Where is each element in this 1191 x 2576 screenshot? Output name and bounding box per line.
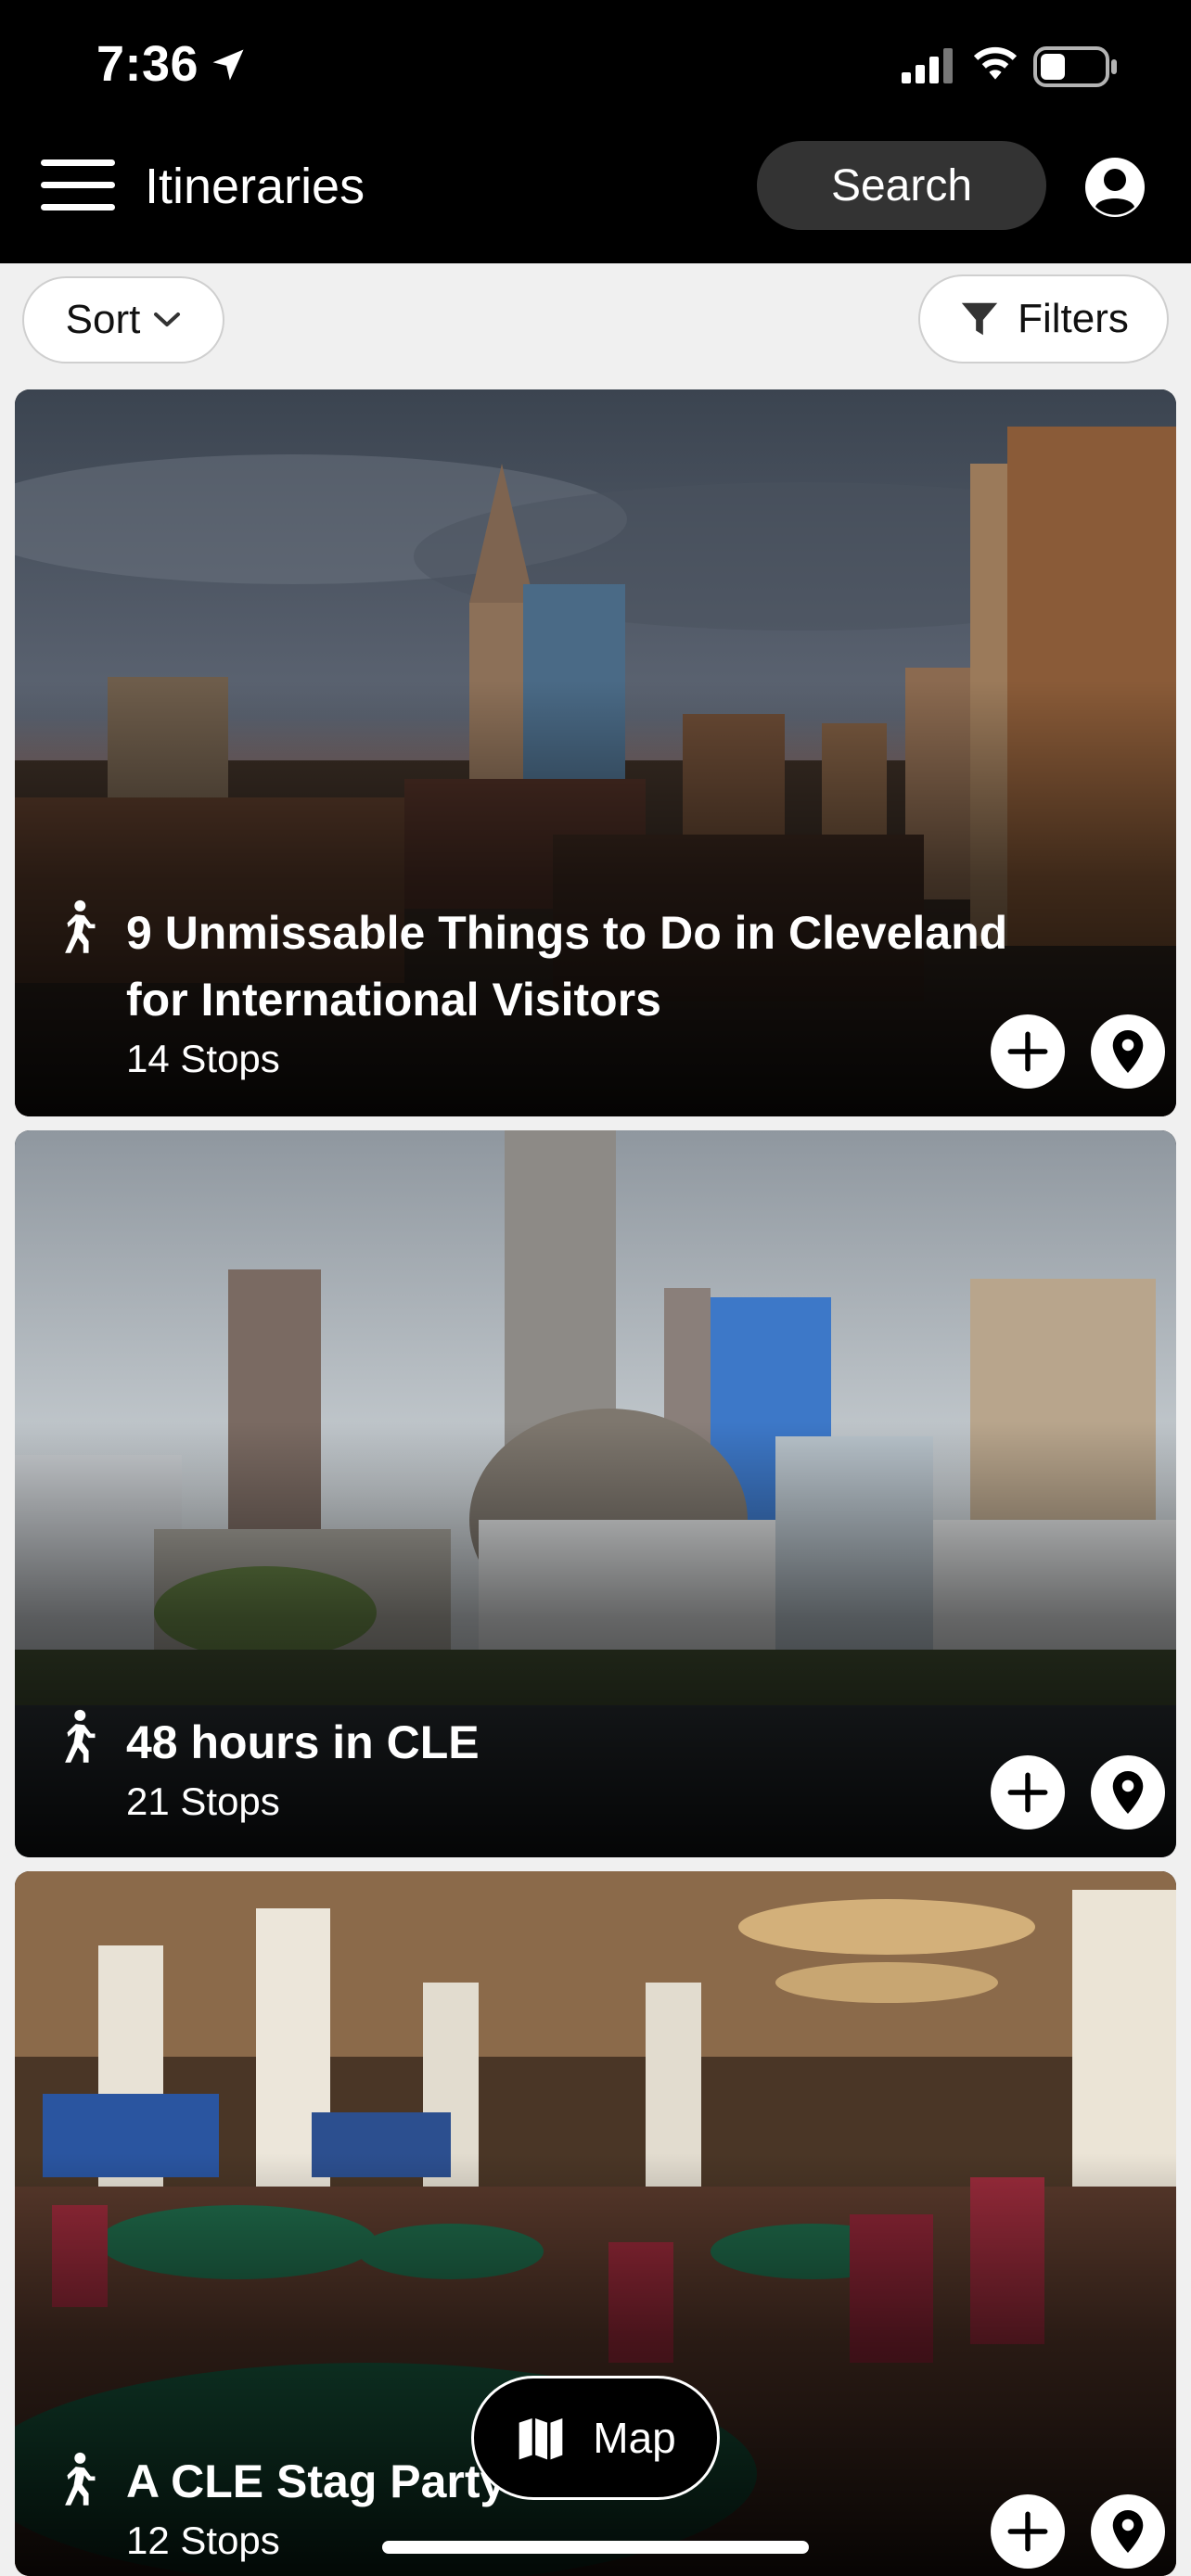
add-button[interactable] (991, 2494, 1065, 2569)
map-pin-icon (1112, 1030, 1144, 1073)
chevron-down-icon (154, 312, 181, 326)
sort-button[interactable]: Sort (22, 276, 224, 363)
map-pin-button[interactable] (1091, 2494, 1165, 2569)
page-title: Itineraries (145, 159, 365, 214)
filters-label: Filters (1018, 296, 1129, 341)
itinerary-card[interactable]: 9 Unmissable Things to Do in Cleveland f… (15, 389, 1176, 1116)
itinerary-card[interactable]: 48 hours in CLE 21 Stops (15, 1130, 1176, 1857)
add-button[interactable] (991, 1014, 1065, 1089)
itinerary-title: 9 Unmissable Things to Do in Cleveland f… (126, 907, 1008, 1026)
itinerary-title: 48 hours in CLE (126, 1716, 480, 1768)
map-pin-icon (1112, 1771, 1144, 1814)
home-indicator[interactable] (382, 2541, 809, 2554)
map-view-button[interactable]: Map (471, 2376, 720, 2500)
sort-label: Sort (65, 297, 141, 342)
map-pin-button[interactable] (1091, 1014, 1165, 1089)
map-pin-button[interactable] (1091, 1755, 1165, 1830)
app-header: 7:36 Itineraries Search (0, 0, 1191, 263)
itinerary-stops: 12 Stops (126, 2519, 280, 2562)
plus-icon (1007, 1772, 1048, 1813)
itinerary-stops: 21 Stops (126, 1779, 280, 1823)
filters-button[interactable]: Filters (918, 274, 1169, 363)
status-time: 7:36 (96, 36, 199, 92)
add-button[interactable] (991, 1755, 1065, 1830)
filter-funnel-icon (961, 302, 998, 336)
walking-person-icon (65, 2452, 96, 2506)
location-arrow-icon (212, 49, 244, 81)
battery-icon (1033, 46, 1117, 87)
plus-icon (1007, 2511, 1048, 2552)
map-pin-icon (1112, 2510, 1144, 2553)
map-icon (519, 2418, 563, 2460)
map-label: Map (593, 2414, 676, 2462)
signal-icon (902, 48, 953, 83)
search-button[interactable]: Search (757, 141, 1046, 230)
walking-person-icon (65, 899, 96, 953)
walking-person-icon (65, 1709, 96, 1763)
wifi-icon (973, 46, 1018, 80)
itinerary-stops: 14 Stops (126, 1037, 280, 1080)
user-avatar-icon[interactable] (1085, 158, 1145, 217)
hamburger-menu-icon[interactable] (41, 158, 115, 213)
plus-icon (1007, 1031, 1048, 1072)
